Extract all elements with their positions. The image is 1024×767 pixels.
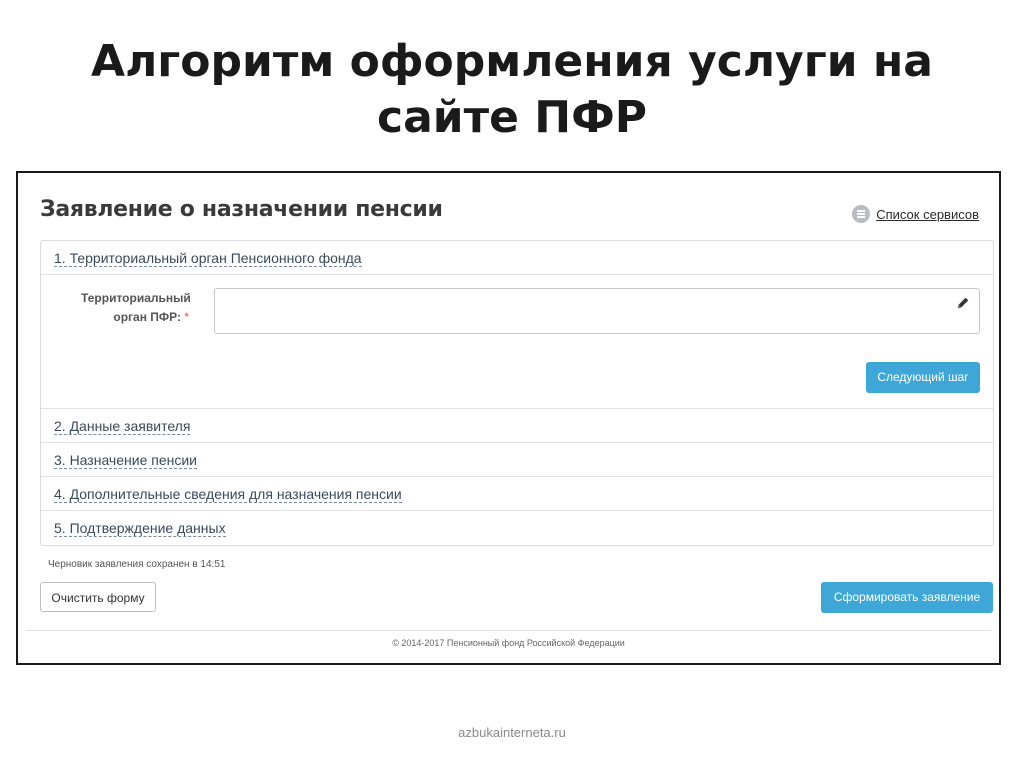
step-2-title[interactable]: 2. Данные заявителя bbox=[54, 418, 191, 435]
steps-accordion: 1. Территориальный орган Пенсионного фон… bbox=[40, 240, 994, 546]
step-1-title[interactable]: 1. Территориальный орган Пенсионного фон… bbox=[54, 250, 362, 267]
step-5-header[interactable]: 5. Подтверждение данных bbox=[41, 511, 993, 545]
next-step-button[interactable]: Следующий шаг bbox=[866, 362, 980, 393]
step-1-header[interactable]: 1. Территориальный орган Пенсионного фон… bbox=[41, 241, 993, 275]
pencil-icon[interactable] bbox=[956, 296, 970, 310]
step-1-body: Территориальный орган ПФР: * Следующий ш… bbox=[41, 275, 993, 409]
step-3-title[interactable]: 3. Назначение пенсии bbox=[54, 452, 197, 469]
services-link[interactable]: Список сервисов bbox=[852, 205, 979, 223]
required-mark: * bbox=[184, 310, 189, 324]
watermark: azbukainterneta.ru bbox=[458, 725, 566, 740]
step-2-header[interactable]: 2. Данные заявителя bbox=[41, 409, 993, 443]
slide-title-line-1: Алгоритм оформления услуги на bbox=[91, 36, 933, 87]
territorial-office-field[interactable] bbox=[214, 288, 980, 334]
pfr-form-screenshot: Заявление о назначении пенсии Список сер… bbox=[16, 171, 1001, 665]
territorial-office-label: Территориальный орган ПФР: * bbox=[81, 289, 191, 327]
step-4-header[interactable]: 4. Дополнительные сведения для назначени… bbox=[41, 477, 993, 511]
submit-application-button[interactable]: Сформировать заявление bbox=[821, 582, 993, 613]
field-label-line-1: Территориальный bbox=[81, 291, 191, 305]
footer-divider bbox=[26, 630, 991, 631]
services-link-label[interactable]: Список сервисов bbox=[876, 207, 979, 222]
step-3-header[interactable]: 3. Назначение пенсии bbox=[41, 443, 993, 477]
step-5-title[interactable]: 5. Подтверждение данных bbox=[54, 520, 226, 537]
draft-status: Черновик заявления сохранен в 14:51 bbox=[48, 559, 226, 570]
clear-form-button[interactable]: Очистить форму bbox=[40, 582, 156, 612]
field-label-line-2: орган ПФР: bbox=[113, 310, 181, 324]
copyright-footer: © 2014-2017 Пенсионный фонд Российской Ф… bbox=[392, 638, 625, 648]
slide-title: Алгоритм оформления услуги на сайте ПФР bbox=[0, 34, 1024, 146]
step-4-title[interactable]: 4. Дополнительные сведения для назначени… bbox=[54, 486, 402, 503]
slide-title-line-2: сайте ПФР bbox=[377, 92, 647, 143]
form-title: Заявление о назначении пенсии bbox=[40, 197, 443, 222]
list-icon bbox=[852, 205, 871, 223]
